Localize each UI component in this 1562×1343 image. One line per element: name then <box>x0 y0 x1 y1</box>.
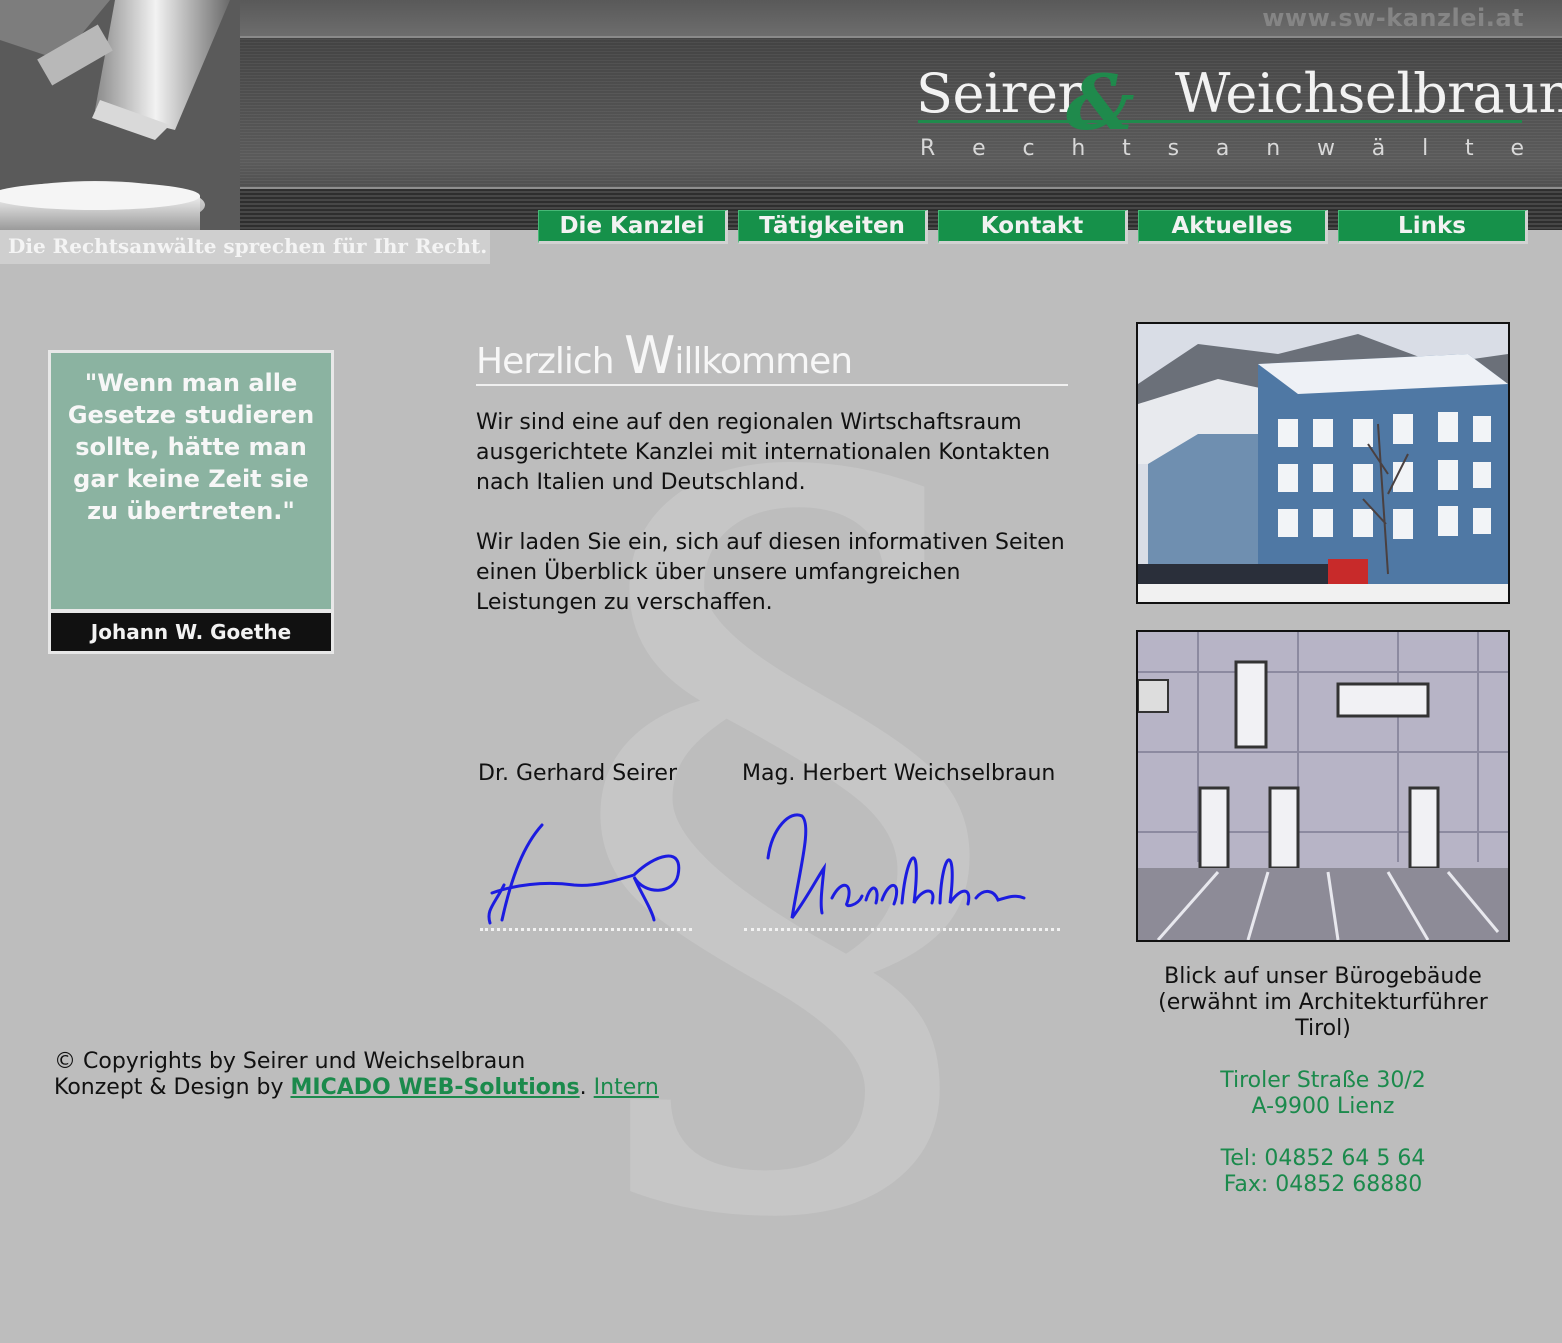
logo-subtitle-letter: l <box>1422 136 1429 161</box>
photo-caption: Blick auf unser Bürogebäude (erwähnt im … <box>1158 964 1488 1041</box>
building-facade-photo <box>1136 630 1510 942</box>
logo-subtitle-letter: t <box>1465 136 1474 161</box>
slogan-text: Die Rechtsanwälte sprechen für Ihr Recht… <box>8 234 488 258</box>
nav-kontakt[interactable]: Kontakt <box>938 210 1128 244</box>
signature-line <box>744 928 1060 931</box>
slogan-bar: Die Rechtsanwälte sprechen für Ihr Recht… <box>0 230 490 264</box>
logo: Seirer Weichselbraun & Re c h t s a n w ä l t e <box>916 58 1562 172</box>
header: www.sw-kanzlei.at Seirer Weichselbraun & … <box>0 0 1562 232</box>
intro-text: Wir sind eine auf den regionalen Wirtsch… <box>476 408 1076 648</box>
signature-line <box>480 928 692 931</box>
logo-subtitle-letter: n <box>1266 136 1281 161</box>
logo-subtitle-letter: a <box>1215 136 1230 161</box>
logo-ampersand: & <box>1066 58 1135 147</box>
logo-subtitle-letter: t <box>1122 136 1131 161</box>
signer-name-weichselbraun: Mag. Herbert Weichselbraun <box>742 761 1056 786</box>
welcome-heading: Herzlich Willkommen <box>476 326 1068 386</box>
contact-address: Tiroler Straße 30/2 A-9900 Lienz Tel: 04… <box>1134 1068 1512 1198</box>
intro-paragraph: Wir sind eine auf den regionalen Wirtsch… <box>476 410 1051 495</box>
contact-phone: Tel: 04852 64 5 64 <box>1220 1146 1426 1171</box>
logo-underline <box>918 120 1522 123</box>
footer-credits: Konzept & Design by MICADO WEB-Solutions… <box>54 1075 659 1101</box>
logo-left: Seirer <box>916 62 1083 125</box>
site-url: www.sw-kanzlei.at <box>1262 4 1524 32</box>
logo-subtitle-letter: e <box>1510 136 1524 161</box>
signature-seirer <box>487 823 681 925</box>
intro-paragraph: Wir laden Sie ein, sich auf diesen infor… <box>476 530 1065 615</box>
logo-subtitle: Re c h t s a n w ä l t e <box>920 136 1524 161</box>
logo-subtitle-letter: e <box>972 136 986 161</box>
contact-fax: Fax: 04852 68880 <box>1223 1172 1423 1197</box>
logo-subtitle-letter: c <box>1022 136 1035 161</box>
logo-subtitle-letter: s <box>1167 136 1180 161</box>
welcome-heading-initial: W <box>623 326 675 386</box>
quote-author: Johann W. Goethe <box>51 613 331 651</box>
logo-wordmark: Seirer Weichselbraun <box>916 62 1562 125</box>
quote-text: "Wenn man alle Gesetze studieren sollte,… <box>51 353 331 609</box>
office-building-photo <box>1136 322 1510 604</box>
address-city: A-9900 Lienz <box>1251 1094 1395 1119</box>
address-spacer <box>1134 1120 1512 1146</box>
footer-separator: . <box>579 1075 587 1100</box>
logo-subtitle-letter: R <box>920 136 936 161</box>
nav-aktuelles[interactable]: Aktuelles <box>1138 210 1328 244</box>
signature-weichselbraun <box>766 813 1026 919</box>
logo-subtitle-letter: ä <box>1371 136 1386 161</box>
signer-name-seirer: Dr. Gerhard Seirer <box>478 761 677 786</box>
design-prefix: Konzept & Design by <box>54 1075 291 1100</box>
welcome-heading-part1: Herzlich <box>476 341 624 382</box>
intern-link[interactable]: Intern <box>594 1075 659 1100</box>
logo-subtitle-letter: h <box>1071 136 1086 161</box>
logo-right: Weichselbraun <box>1174 62 1562 125</box>
quote-box: "Wenn man alle Gesetze studieren sollte,… <box>48 350 334 654</box>
address-street: Tiroler Straße 30/2 <box>1220 1068 1426 1093</box>
facade-image <box>1138 632 1508 940</box>
gavel-image <box>0 0 240 232</box>
logo-subtitle-letter: w <box>1316 136 1335 161</box>
micado-link[interactable]: MICADO WEB-Solutions <box>290 1075 579 1100</box>
nav-taetigkeiten[interactable]: Tätigkeiten <box>738 210 928 244</box>
footer: © Copyrights by Seirer und Weichselbraun… <box>54 1049 659 1101</box>
nav-die-kanzlei[interactable]: Die Kanzlei <box>538 210 728 244</box>
building-image <box>1138 324 1508 602</box>
nav-links[interactable]: Links <box>1338 210 1528 244</box>
welcome-heading-part2: illkommen <box>674 341 853 382</box>
copyright-text: © Copyrights by Seirer und Weichselbraun <box>54 1049 526 1074</box>
